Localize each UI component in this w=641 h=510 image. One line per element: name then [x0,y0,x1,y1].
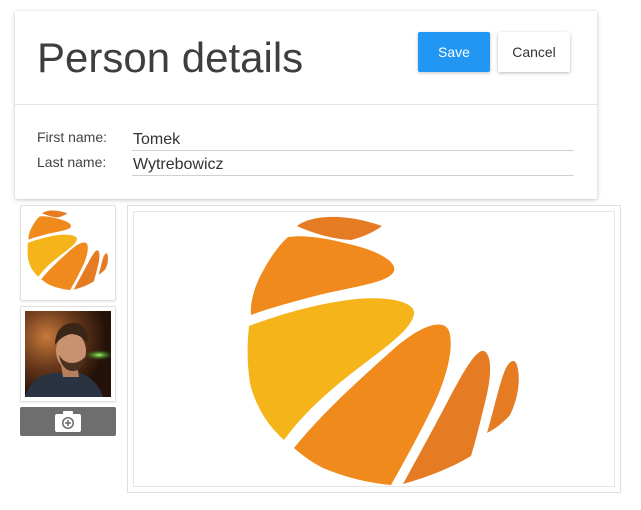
add-photo-button[interactable] [20,407,116,436]
photo-thumbnail-logo[interactable] [20,205,116,301]
photo-thumbnail-person[interactable] [20,306,116,402]
person-photo [25,311,111,397]
logo-image [25,210,111,296]
last-name-label: Last name: [37,154,107,170]
person-details-card: Person details Save Cancel First name: L… [15,11,597,199]
cancel-button[interactable]: Cancel [498,32,570,72]
camera-plus-icon [53,409,83,439]
preview-frame [133,211,615,487]
first-name-field[interactable] [132,129,574,151]
page-title: Person details [37,34,304,81]
logo-preview-image [247,216,519,486]
card-header: Person details Save Cancel [15,11,597,105]
photo-preview [127,205,621,493]
last-name-field[interactable] [132,154,574,176]
save-button[interactable]: Save [418,32,490,72]
first-name-label: First name: [37,129,108,145]
